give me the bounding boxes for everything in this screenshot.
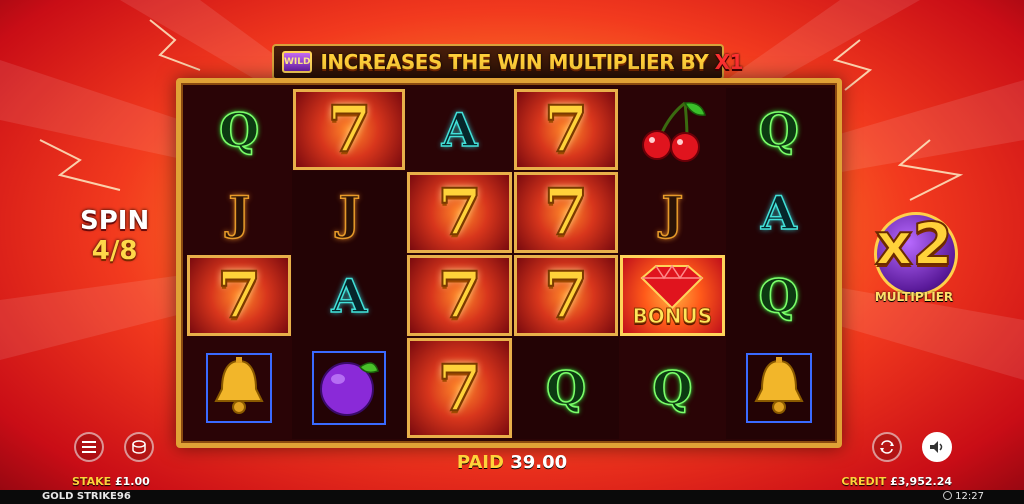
reel-cell: 7 (407, 338, 512, 438)
banner-multiplier: X1 (714, 50, 744, 74)
clock: 12:27 (943, 491, 984, 502)
reel-cell: Q (725, 254, 832, 337)
reel-cell: 7 (407, 172, 512, 253)
reel-cell: A (292, 254, 407, 337)
seven-symbol: 7 (436, 174, 483, 251)
reel-cell: A (725, 171, 832, 254)
reel-cell: Q (619, 337, 725, 439)
paid-label: PAID (456, 452, 504, 473)
reel-cell: 7 (293, 89, 406, 170)
reel-frame: Q 7 A 7 Q J J 7 7 J A 7 A 7 7 BONUS Q 7 Q Q (176, 78, 842, 448)
seven-symbol: 7 (326, 91, 373, 168)
stake-label: STAKE (72, 475, 112, 488)
reel-cell (619, 88, 725, 171)
bell-icon (754, 357, 804, 414)
q-symbol: Q (545, 360, 587, 416)
paid-value: 39.00 (510, 452, 568, 473)
multiplier-label: MULTIPLIER (874, 290, 954, 304)
reel-cell: 7 (187, 255, 292, 336)
a-symbol: A (441, 102, 478, 158)
clock-icon (943, 491, 953, 500)
a-symbol: A (331, 268, 368, 324)
bonus-label: BONUS (632, 303, 713, 328)
stake-value: £1.00 (114, 475, 150, 488)
j-symbol: J (228, 185, 251, 241)
info-bar: STAKE £1.00 CREDIT £3,952.24 (0, 472, 1024, 490)
stake-display: STAKE £1.00 (72, 475, 150, 488)
bell-icon (214, 357, 264, 414)
reel-cell: 7 (513, 255, 619, 336)
bonus-symbol: BONUS (620, 255, 725, 336)
reel-cell: Q (725, 88, 832, 171)
seven-symbol: 7 (436, 350, 483, 427)
banner-message: INCREASES THE WIN MULTIPLIER BY (320, 50, 709, 74)
reel-cell: J (186, 171, 292, 254)
cherries-icon (642, 101, 707, 162)
q-symbol: Q (218, 102, 260, 158)
reel-cell (186, 337, 292, 439)
reel-grid: Q 7 A 7 Q J J 7 7 J A 7 A 7 7 BONUS Q 7 Q Q (186, 88, 832, 439)
seven-symbol: 7 (543, 257, 590, 334)
spin-label: SPIN (80, 206, 150, 236)
multiplier-value: x2 (874, 209, 954, 279)
credit-value: £3,952.24 (890, 475, 952, 488)
clock-time: 12:27 (955, 491, 984, 502)
bell-symbol (745, 353, 812, 423)
feature-banner: WILD INCREASES THE WIN MULTIPLIER BY X1 (272, 44, 744, 80)
plum-icon (320, 362, 380, 416)
reel-cell (725, 337, 832, 439)
credit-label: CREDIT (841, 475, 887, 488)
paid-amount: PAID 39.00 (0, 452, 1024, 473)
status-bar: GOLD STRIKE96 12:27 (0, 490, 1024, 504)
q-symbol: Q (652, 360, 694, 416)
plum-symbol (312, 351, 387, 425)
game-name: GOLD STRIKE96 (42, 491, 131, 502)
credit-display: CREDIT £3,952.24 (841, 475, 952, 488)
spin-count: 4/8 (91, 236, 138, 266)
win-multiplier: x2 MULTIPLIER (852, 209, 976, 310)
bell-symbol (206, 353, 273, 423)
q-symbol: Q (758, 268, 800, 324)
q-symbol: Q (758, 102, 800, 158)
reel-cell: A (406, 88, 512, 171)
reel-cell: J (292, 171, 407, 254)
reel-cell: Q (186, 88, 292, 171)
seven-symbol: 7 (543, 174, 590, 251)
banner-text: INCREASES THE WIN MULTIPLIER BY X1 (320, 50, 743, 74)
reel-cell: Q (512, 337, 620, 439)
wild-badge-icon: WILD (282, 51, 313, 73)
reel-cell: 7 (513, 89, 619, 170)
reel-cell: 7 (407, 255, 512, 336)
reel-cell: J (619, 171, 725, 254)
j-symbol: J (338, 185, 361, 241)
reel-cell: 7 (513, 172, 619, 253)
reel-cell (292, 337, 407, 439)
seven-symbol: 7 (436, 257, 483, 334)
a-symbol: A (760, 185, 797, 241)
seven-symbol: 7 (543, 91, 590, 168)
seven-symbol: 7 (216, 257, 263, 334)
j-symbol: J (661, 185, 684, 241)
free-spin-counter: SPIN 4/8 (80, 206, 149, 266)
